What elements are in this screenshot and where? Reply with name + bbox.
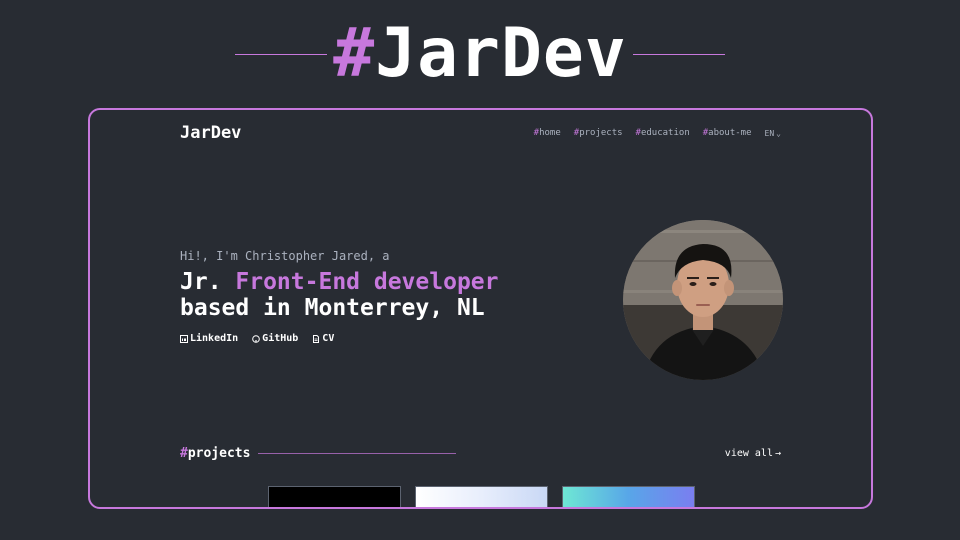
- view-all-label: view all: [724, 447, 773, 459]
- hero-intro: Hi!, I'm Christopher Jared, a: [180, 249, 390, 263]
- language-select[interactable]: EN ⌄: [765, 129, 781, 138]
- projects-divider: [258, 452, 457, 454]
- navbar: JarDev #home #projects #education #about…: [180, 120, 781, 146]
- nav-link-about-me[interactable]: #about-me: [703, 128, 752, 138]
- view-all-link[interactable]: view all →: [725, 448, 781, 459]
- project-card[interactable]: [562, 486, 695, 507]
- projects-header: #projects view all →: [180, 444, 781, 462]
- github-link[interactable]: GitHub: [252, 333, 298, 344]
- banner-title-text: JarDev: [375, 14, 627, 93]
- profile-photo-illustration: [623, 220, 783, 380]
- social-links: LinkedIn GitHub CV: [180, 333, 600, 344]
- nav-links: #home #projects #education #about-me EN …: [534, 128, 781, 138]
- projects-hash: #: [180, 445, 188, 461]
- headline-prefix: Jr.: [180, 269, 236, 295]
- nav-link-projects[interactable]: #projects: [574, 128, 623, 138]
- chevron-down-icon: ⌄: [776, 128, 781, 138]
- linkedin-link[interactable]: LinkedIn: [180, 333, 238, 344]
- banner-title: #JarDev: [333, 14, 627, 94]
- cv-link[interactable]: CV: [312, 333, 334, 344]
- github-label: GitHub: [262, 333, 299, 344]
- language-label: EN: [764, 128, 775, 138]
- linkedin-label: LinkedIn: [190, 333, 239, 344]
- github-icon: [252, 334, 260, 343]
- site-preview-frame: JarDev #home #projects #education #about…: [88, 108, 873, 509]
- profile-photo: [623, 220, 783, 380]
- nav-label: education: [640, 128, 690, 138]
- banner-line-right: [632, 53, 725, 55]
- nav-label: about-me: [708, 128, 752, 138]
- headline-accent: Front-End developer: [235, 269, 499, 295]
- document-icon: [313, 334, 320, 343]
- project-cards: [268, 486, 695, 507]
- nav-label: projects: [579, 128, 623, 138]
- hero: Hi!, I'm Christopher Jared, a Jr. Front-…: [180, 249, 600, 344]
- banner-line-left: [235, 53, 328, 55]
- arrow-right-icon: →: [774, 447, 781, 459]
- hero-headline: Jr. Front-End developer based in Monterr…: [180, 269, 600, 321]
- banner: #JarDev: [0, 14, 960, 94]
- project-card[interactable]: [415, 486, 548, 507]
- nav-link-home[interactable]: #home: [534, 128, 561, 138]
- nav-label: home: [539, 128, 561, 138]
- headline-line2: based in Monterrey, NL: [180, 295, 485, 321]
- project-card[interactable]: [268, 486, 401, 507]
- banner-hash: #: [333, 14, 376, 93]
- nav-link-education[interactable]: #education: [636, 128, 690, 138]
- projects-title-text: projects: [187, 445, 251, 461]
- cv-label: CV: [322, 333, 335, 344]
- linkedin-icon: [180, 334, 188, 343]
- projects-title: #projects: [180, 446, 250, 461]
- site-logo[interactable]: JarDev: [180, 123, 241, 143]
